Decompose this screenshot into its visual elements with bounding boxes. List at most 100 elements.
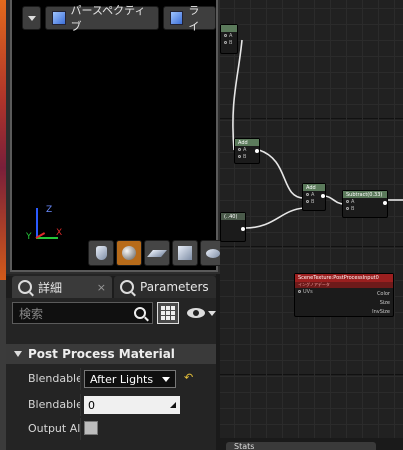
resize-corner-icon <box>170 402 176 408</box>
reset-to-default-icon[interactable]: ↶ <box>184 372 196 384</box>
preview-sphere-button[interactable] <box>116 240 142 266</box>
scene-texture-node[interactable]: SceneTexture:PostProcessInput0 イングノアデータ … <box>294 273 394 317</box>
y-axis-line <box>36 237 58 239</box>
blendable-priority-input[interactable]: 0 <box>84 396 180 414</box>
section-title: Post Process Material <box>28 347 175 361</box>
tab-details[interactable]: 詳細 × <box>12 276 112 298</box>
output-pin[interactable] <box>241 227 245 231</box>
node-title: Add <box>238 139 248 146</box>
preview-cylinder-button[interactable] <box>88 240 114 266</box>
tab-details-label: 詳細 <box>38 280 63 295</box>
add-node-middle[interactable]: Add A B <box>302 183 326 211</box>
details-search-input[interactable]: 検索 <box>12 302 154 324</box>
search-placeholder: 検索 <box>19 306 44 321</box>
lit-sphere-icon <box>170 11 184 25</box>
node-pin[interactable]: B <box>303 198 325 205</box>
preview-viewport-panel: パースペクティブ ライ Z Y X <box>6 0 226 274</box>
node-header: Subtract(0.33) <box>343 191 387 198</box>
z-axis-label: Z <box>46 205 53 215</box>
blendable-priority-row: Blendable 0 <box>6 394 216 416</box>
blendable-priority-label: Blendable <box>28 398 80 411</box>
details-magnifier-icon <box>18 280 32 294</box>
blendable-location-label: Blendable <box>28 372 80 385</box>
subtract-node[interactable]: Subtract(0.33) A B <box>342 190 388 218</box>
output-pin[interactable] <box>321 194 325 198</box>
partial-node-left[interactable]: (..40) <box>220 212 246 242</box>
node-title: SceneTexture:PostProcessInput0 <box>298 275 379 281</box>
partial-node-top[interactable]: A B <box>220 24 238 54</box>
perspective-cube-icon <box>52 11 66 25</box>
visibility-filter-button[interactable] <box>183 302 216 324</box>
property-divider <box>80 394 81 416</box>
graph-wires <box>232 39 403 229</box>
node-header: (..40) <box>221 213 245 220</box>
node-header: SceneTexture:PostProcessInput0 <box>295 274 393 282</box>
viewport-toolbar: パースペクティブ ライ <box>22 4 217 33</box>
node-title: Add <box>306 184 316 191</box>
preview-shape-toolbar <box>88 240 226 266</box>
node-pin[interactable]: B <box>221 39 237 46</box>
node-header: Add <box>303 184 325 191</box>
axis-gizmo: Z Y X <box>26 205 63 244</box>
blendable-priority-value: 0 <box>88 398 95 412</box>
preview-cube-button[interactable] <box>172 240 198 266</box>
parameters-magnifier-icon <box>120 280 134 294</box>
plane-icon <box>147 249 167 257</box>
tab-parameters-label: Parameters <box>140 280 209 294</box>
x-axis-label: X <box>56 228 63 238</box>
preview-viewport[interactable]: パースペクティブ ライ Z Y X <box>10 0 226 272</box>
viewport-options-button[interactable] <box>22 6 42 30</box>
search-icon <box>134 307 147 319</box>
size-output-label[interactable]: Size <box>372 299 390 308</box>
output-alpha-checkbox[interactable] <box>84 421 98 435</box>
invsize-output-label[interactable]: InvSize <box>372 308 390 317</box>
details-search-row: 検索 <box>12 302 216 324</box>
material-graph-canvas[interactable]: A B Add A B Add A B Subtract(0.33) A B (… <box>220 0 403 438</box>
preview-plane-button[interactable] <box>144 240 170 266</box>
tab-parameters[interactable]: Parameters <box>114 276 216 298</box>
node-header <box>221 25 237 32</box>
output-pin[interactable] <box>255 149 259 153</box>
details-panel: 詳細 × Parameters 検索 Post Process Material… <box>6 274 216 450</box>
details-tabbar: 詳細 × Parameters <box>6 276 216 298</box>
node-pin[interactable]: A <box>221 32 237 39</box>
cube-icon <box>178 246 192 260</box>
collapse-arrow-icon <box>14 351 22 357</box>
tab-details-close-icon[interactable]: × <box>97 281 106 294</box>
blendable-location-value: After Lights <box>90 372 154 386</box>
lit-mode-button[interactable]: ライ <box>163 4 217 33</box>
panel-splitter[interactable] <box>216 274 220 450</box>
cylinder-icon <box>95 246 107 260</box>
property-matrix-button[interactable] <box>157 302 179 324</box>
chevron-down-icon <box>208 310 216 316</box>
output-alpha-row: Output Alpha <box>6 418 216 440</box>
node-header: Add <box>235 139 259 146</box>
blendable-location-dropdown[interactable]: After Lights <box>84 370 176 388</box>
node-pin[interactable]: B <box>343 205 387 212</box>
node-title: Subtract(0.33) <box>346 191 383 198</box>
chevron-down-icon <box>162 376 170 382</box>
y-axis-label: Y <box>26 232 32 242</box>
perspective-button[interactable]: パースペクティブ <box>45 4 160 33</box>
node-pin[interactable]: B <box>235 153 259 160</box>
node-pin[interactable]: A <box>343 198 387 205</box>
property-divider <box>80 368 81 390</box>
tab-stats-label: Stats <box>234 442 255 450</box>
eye-icon <box>187 308 205 318</box>
add-node-top[interactable]: Add A B <box>234 138 260 164</box>
blendable-location-row: Blendable After Lights ↶ <box>6 368 216 390</box>
tab-stats[interactable]: Stats <box>226 442 376 450</box>
node-title: (..40) <box>224 213 238 220</box>
z-axis-line <box>36 208 38 238</box>
post-process-material-section[interactable]: Post Process Material <box>6 344 216 364</box>
teapot-icon <box>206 248 220 258</box>
property-divider <box>80 418 81 440</box>
color-output-label[interactable]: Color <box>372 290 390 299</box>
sphere-icon <box>122 246 136 260</box>
scene-texture-outputs: Color Size InvSize <box>372 290 390 317</box>
perspective-label: パースペクティブ <box>70 4 146 33</box>
lit-mode-label: ライ <box>188 4 200 33</box>
output-alpha-label: Output Alpha <box>28 422 80 435</box>
chevron-down-icon <box>27 15 36 21</box>
output-pin[interactable] <box>383 201 387 205</box>
